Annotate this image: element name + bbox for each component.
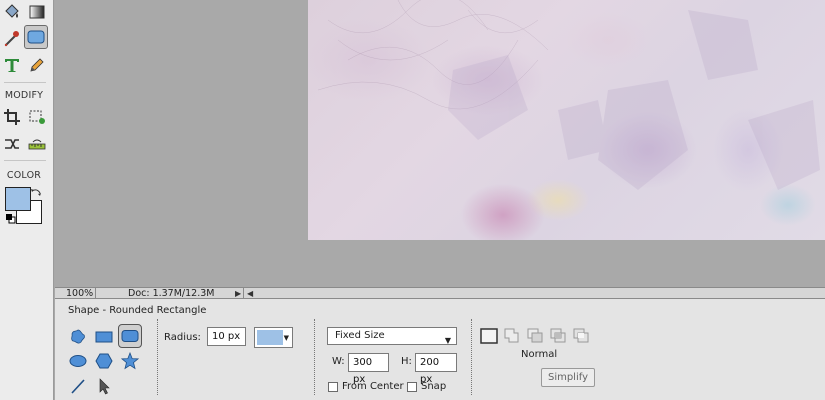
options-separator bbox=[314, 319, 315, 395]
pencil-tool[interactable] bbox=[25, 53, 49, 77]
app-window: MODIFY COLOR 100% Doc: 1.37M/12.3M ▶ ◀ S… bbox=[0, 0, 825, 400]
chevron-down-icon: ▼ bbox=[283, 334, 289, 342]
add-to-shape-area-button[interactable] bbox=[504, 328, 522, 343]
from-center-label: From Center bbox=[342, 381, 404, 392]
recompose-icon bbox=[29, 110, 45, 124]
color-section-label: COLOR bbox=[6, 170, 42, 181]
new-layer-icon bbox=[480, 328, 498, 344]
ellipse-icon bbox=[69, 355, 87, 367]
straighten-icon bbox=[28, 139, 46, 150]
custom-shape-button[interactable] bbox=[66, 325, 90, 349]
shape-color-fill bbox=[257, 330, 283, 345]
shape-tool[interactable] bbox=[24, 25, 48, 49]
subtract-shape-icon bbox=[527, 328, 543, 343]
intersect-shape-icon bbox=[550, 328, 566, 343]
rectangle-icon bbox=[95, 331, 113, 343]
height-input[interactable]: 200 px bbox=[415, 353, 457, 385]
width-input[interactable]: 300 px bbox=[348, 353, 389, 385]
paint-bucket-tool[interactable] bbox=[0, 0, 24, 24]
status-menu-arrow-icon[interactable]: ▶ bbox=[235, 289, 241, 298]
eyedropper-icon bbox=[4, 31, 19, 47]
shape-color-picker[interactable]: ▼ bbox=[254, 327, 293, 348]
eyedropper-tool[interactable] bbox=[0, 26, 24, 50]
shape-selection-button[interactable] bbox=[92, 374, 116, 398]
type-icon bbox=[5, 59, 19, 72]
star-shape-button[interactable] bbox=[118, 349, 142, 373]
modify-section-label: MODIFY bbox=[4, 90, 44, 101]
polygon-shape-button[interactable] bbox=[92, 349, 116, 373]
toolbox: MODIFY COLOR bbox=[0, 0, 54, 400]
star-icon bbox=[121, 352, 139, 370]
radius-input[interactable]: 10 px bbox=[207, 327, 246, 346]
gradient-tool[interactable] bbox=[25, 0, 49, 24]
rounded-rectangle-icon bbox=[121, 330, 139, 342]
toolbox-divider bbox=[4, 82, 46, 83]
exclude-shape-icon bbox=[573, 328, 589, 343]
content-aware-move-icon bbox=[5, 139, 19, 149]
status-separator bbox=[95, 288, 96, 299]
watercolor-texture bbox=[317, 0, 820, 190]
shape-options-title: Shape - Rounded Rectangle bbox=[68, 305, 207, 316]
exclude-overlapping-shape-areas-button[interactable] bbox=[573, 328, 591, 343]
gradient-icon bbox=[29, 5, 45, 19]
canvas-area[interactable] bbox=[55, 0, 825, 287]
radius-label: Radius: bbox=[164, 332, 201, 343]
status-bar: 100% Doc: 1.37M/12.3M ▶ ◀ bbox=[55, 287, 825, 299]
subtract-shape-area-button[interactable] bbox=[527, 328, 545, 343]
add-shape-icon bbox=[504, 328, 519, 343]
polygon-icon bbox=[95, 353, 113, 369]
ellipse-shape-button[interactable] bbox=[66, 349, 90, 373]
size-mode-value: Fixed Size bbox=[335, 330, 385, 341]
rectangle-shape-button[interactable] bbox=[92, 325, 116, 349]
scroll-left-arrow-icon[interactable]: ◀ bbox=[247, 289, 253, 298]
straighten-tool[interactable] bbox=[25, 132, 49, 156]
line-shape-button[interactable] bbox=[66, 374, 90, 398]
mode-label: Normal bbox=[521, 349, 558, 360]
default-colors-icon[interactable] bbox=[5, 213, 16, 227]
options-separator bbox=[471, 319, 472, 395]
height-label: H: bbox=[401, 356, 412, 367]
chevron-down-icon: ▼ bbox=[444, 336, 451, 345]
status-separator bbox=[243, 288, 244, 299]
recompose-tool[interactable] bbox=[25, 105, 49, 129]
paint-bucket-icon bbox=[5, 4, 19, 18]
new-shape-layer-button[interactable] bbox=[480, 328, 498, 344]
simplify-button[interactable]: Simplify bbox=[541, 368, 595, 387]
shape-selection-arrow-icon bbox=[99, 378, 110, 395]
custom-shape-icon bbox=[71, 329, 85, 344]
tool-options-bar: Shape - Rounded Rectangle Radius: 10 px bbox=[55, 299, 825, 400]
pencil-icon bbox=[30, 58, 44, 72]
crop-icon bbox=[4, 109, 20, 125]
zoom-level[interactable]: 100% bbox=[66, 288, 93, 299]
from-center-checkbox[interactable] bbox=[328, 382, 338, 392]
intersect-shape-areas-button[interactable] bbox=[550, 328, 568, 343]
snap-label: Snap bbox=[421, 381, 447, 392]
snap-checkbox[interactable] bbox=[407, 382, 417, 392]
document-image[interactable] bbox=[308, 0, 825, 240]
options-separator bbox=[157, 319, 158, 395]
line-icon bbox=[71, 379, 85, 394]
rounded-rectangle-shape-button[interactable] bbox=[118, 324, 142, 348]
foreground-color-swatch[interactable] bbox=[5, 187, 31, 211]
content-aware-move-tool[interactable] bbox=[0, 132, 24, 156]
rounded-rectangle-icon bbox=[27, 30, 45, 44]
size-mode-select[interactable]: Fixed Size ▼ bbox=[327, 327, 457, 345]
toolbox-divider bbox=[4, 160, 46, 161]
width-label: W: bbox=[332, 356, 345, 367]
crop-tool[interactable] bbox=[0, 105, 24, 129]
document-info: Doc: 1.37M/12.3M bbox=[128, 288, 215, 299]
type-tool[interactable] bbox=[0, 53, 24, 77]
